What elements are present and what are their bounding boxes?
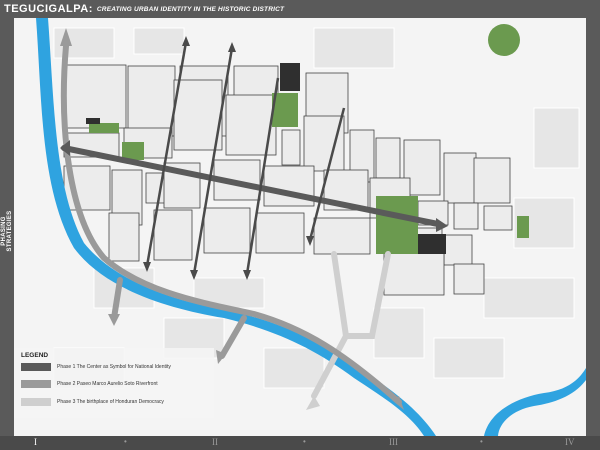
block: [127, 65, 176, 137]
block: [375, 137, 401, 179]
block: [483, 205, 513, 231]
block: [443, 234, 473, 266]
legend-label-phase3: Phase 3 The birthplace of Honduran Democ…: [57, 399, 164, 405]
block: [303, 115, 345, 172]
page-number-1[interactable]: I: [34, 437, 37, 447]
block: [453, 202, 479, 230]
page-number-4[interactable]: IV: [565, 437, 575, 447]
side-bar: PHASING STRATEGIES: [0, 18, 14, 436]
park-west-small: [89, 123, 119, 133]
block: [108, 212, 140, 262]
legend-label-phase1: Phase 1 The Center as Symbol for Nationa…: [57, 364, 171, 370]
park-roundabout: [488, 24, 520, 56]
central-plaza: [376, 196, 418, 254]
block: [453, 263, 485, 295]
block: [153, 209, 193, 261]
right-frame: [586, 18, 600, 436]
legend-item-phase3: Phase 3 The birthplace of Honduran Democ…: [21, 398, 164, 406]
dark-building-west: [86, 118, 100, 124]
map-svg: [14, 18, 586, 436]
block: [255, 212, 305, 254]
page-number-2[interactable]: II: [212, 437, 218, 447]
side-label: PHASING STRATEGIES: [1, 210, 13, 252]
block: [473, 157, 511, 204]
page-number-3[interactable]: III: [389, 437, 398, 447]
block: [443, 152, 477, 204]
page-dot: •: [480, 437, 483, 446]
block: [173, 79, 223, 151]
legend-label-phase2: Phase 2 Paseo Marco Aurelio Soto Riverfr…: [57, 381, 158, 387]
legend-item-phase1: Phase 1 The Center as Symbol for Nationa…: [21, 363, 171, 371]
park-east: [517, 216, 529, 238]
page-dot: •: [303, 437, 306, 446]
block: [313, 217, 371, 255]
legend-title: LEGEND: [21, 352, 49, 359]
map-canvas: LEGEND Phase 1 The Center as Symbol for …: [14, 18, 586, 436]
legend-swatch-phase3: [21, 398, 51, 406]
legend-swatch-phase2: [21, 380, 51, 388]
header-bar: TEGUCIGALPA: CREATING URBAN IDENTITY IN …: [0, 0, 600, 18]
dark-building-east: [418, 234, 446, 254]
page-footer: I • II • III • IV: [0, 436, 600, 450]
page-dot: •: [124, 437, 127, 446]
page-title: TEGUCIGALPA:: [4, 3, 93, 15]
block: [383, 249, 445, 296]
park-west: [122, 142, 144, 160]
block: [281, 129, 301, 166]
legend-swatch-phase1: [21, 363, 51, 371]
block: [203, 207, 251, 254]
page-subtitle: CREATING URBAN IDENTITY IN THE HISTORIC …: [96, 5, 285, 13]
legend-item-phase2: Phase 2 Paseo Marco Aurelio Soto Riverfr…: [21, 380, 158, 388]
dark-building-north: [280, 63, 300, 91]
